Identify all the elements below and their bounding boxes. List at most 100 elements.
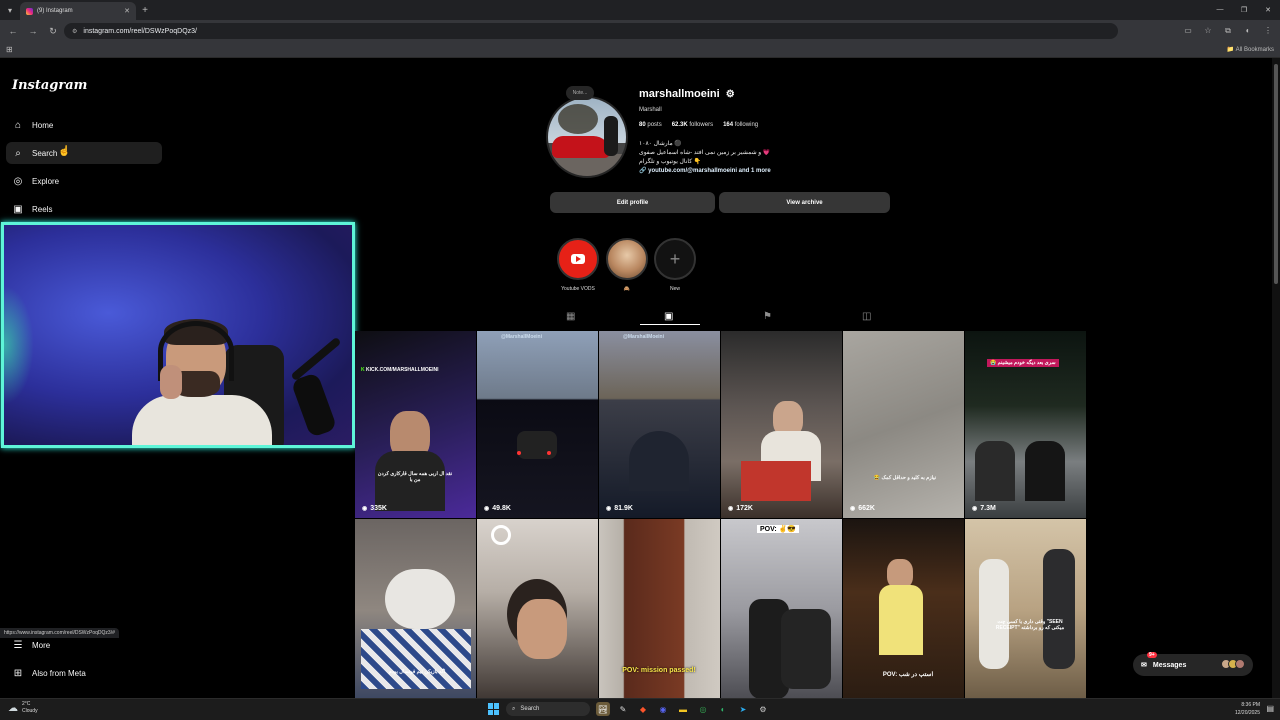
tab-title: (9) Instagram bbox=[37, 8, 73, 14]
followers-stat[interactable]: 62.3K followers bbox=[672, 122, 713, 128]
extensions-icon[interactable]: ⧉ bbox=[1220, 26, 1236, 36]
explore-icon: ◎ bbox=[13, 175, 23, 187]
windows-start-icon[interactable] bbox=[488, 703, 500, 715]
all-bookmarks-label: All Bookmarks bbox=[1235, 47, 1274, 53]
all-bookmarks[interactable]: 📁 All Bookmarks bbox=[1227, 46, 1274, 53]
site-info-icon[interactable]: ⚙ bbox=[72, 28, 77, 35]
bio-line: و شمشیر بر زمین نمی افتد -شاه اسماعیل صف… bbox=[639, 150, 771, 156]
search-icon: ⌕ bbox=[15, 147, 21, 159]
reel-tile[interactable]: ◉ 172K bbox=[721, 331, 842, 518]
reel-tile[interactable]: 😭 سری بعد دیگه خودم میشینم ◉ 7.3M bbox=[965, 331, 1086, 518]
reel-caption: وقتی داری با کسی چت "SEEN RECEIPT" میکنی… bbox=[995, 619, 1065, 631]
edge-icon[interactable]: ◐ bbox=[716, 702, 730, 716]
instagram-logo[interactable]: Instagram bbox=[12, 78, 87, 93]
weather-temp: 2°C bbox=[22, 701, 31, 707]
bio-line: ۱۰۸۰ مارشال ⚫ bbox=[639, 141, 682, 147]
clock-date: 12/20/2025 bbox=[1234, 710, 1260, 716]
messenger-icon: ✉ bbox=[1141, 662, 1147, 669]
reel-tile[interactable]: وقتی داری با کسی چت "SEEN RECEIPT" میکنی… bbox=[965, 519, 1086, 698]
app-icon[interactable]: ✎ bbox=[616, 702, 630, 716]
file-explorer-icon[interactable]: ▬ bbox=[676, 702, 690, 716]
view-count: 335K bbox=[370, 505, 387, 512]
restore-icon[interactable]: ❐ bbox=[1232, 6, 1256, 14]
close-tab-icon[interactable]: ✕ bbox=[124, 7, 130, 15]
highlight-label: New bbox=[669, 286, 680, 292]
home-icon: ⌂ bbox=[14, 119, 22, 131]
bookmark-star-icon[interactable]: ☆ bbox=[1200, 26, 1216, 36]
menu-dots-icon[interactable]: ⋮ bbox=[1260, 26, 1276, 36]
reel-caption: POV: استپ در شب bbox=[882, 672, 934, 678]
sidebar-item-also-from-meta[interactable]: ⊞ Also from Meta bbox=[6, 662, 162, 684]
meta-icon: ⊞ bbox=[13, 667, 23, 679]
saved-bookmark-icon[interactable]: ⚑ bbox=[763, 311, 772, 322]
reel-tile[interactable]: POV: ✌️😎 bbox=[721, 519, 842, 698]
highlight-new[interactable]: + New bbox=[653, 238, 697, 292]
settings-gear-icon[interactable]: ⚙ bbox=[726, 89, 735, 100]
reel-tile[interactable]: @MarshallMoeini ◉ 49.8K bbox=[477, 331, 598, 518]
minimize-icon[interactable]: — bbox=[1208, 6, 1232, 14]
chrome-icon[interactable]: ◎ bbox=[696, 702, 710, 716]
posts-grid-icon[interactable]: ▦ bbox=[566, 311, 575, 322]
reel-tile[interactable]: اگه بازیکن تیم فوتسال بودم bbox=[355, 519, 476, 698]
reload-icon[interactable]: ↻ bbox=[44, 26, 62, 37]
reel-caption: 😭 سری بعد دیگه خودم میشینم bbox=[987, 359, 1059, 367]
close-window-icon[interactable]: ✕ bbox=[1256, 6, 1280, 14]
sidebar-item-reels[interactable]: ▣ Reels bbox=[6, 198, 162, 220]
cast-icon[interactable]: ▭ bbox=[1180, 26, 1196, 36]
discord-icon[interactable]: ◉ bbox=[656, 702, 670, 716]
highlight-youtube-vods[interactable]: Youtube VODS bbox=[556, 238, 600, 292]
reel-tile[interactable]: POV: mission passed! bbox=[599, 519, 720, 698]
settings-icon[interactable]: ⚙ bbox=[756, 702, 770, 716]
taskbar-clock[interactable]: 8:36 PM 12/20/2025 bbox=[1235, 701, 1260, 717]
reel-caption: 😂 نیازم به کلید و حداقل کمک bbox=[873, 475, 937, 481]
apps-icon[interactable]: ⊞ bbox=[6, 45, 13, 54]
url-field[interactable]: ⚙ instagram.com/reel/DSWzPoqDQz3/ bbox=[64, 23, 1118, 39]
weather-widget[interactable]: ☁ 2°C Cloudy bbox=[8, 701, 38, 715]
reel-tile[interactable]: K KICK.COM/MARSHALLMOEINI نقد ال اربی هم… bbox=[355, 331, 476, 518]
profile-icon[interactable]: ◐ bbox=[1240, 26, 1256, 36]
reel-caption: KICK.COM/MARSHALLMOEINI bbox=[366, 367, 439, 373]
sidebar-item-home[interactable]: ⌂ Home bbox=[6, 114, 162, 136]
notification-bell-icon[interactable]: ▤ bbox=[1266, 704, 1274, 713]
tagged-icon[interactable]: ◫ bbox=[862, 311, 871, 322]
avatar bbox=[1235, 659, 1245, 669]
sidebar-item-label: Home bbox=[32, 120, 54, 130]
sidebar-item-label: Explore bbox=[32, 176, 60, 186]
sidebar-item-label: Reels bbox=[32, 204, 53, 214]
bio-link[interactable]: 🔗 youtube.com/@marshallmoeini and 1 more bbox=[639, 167, 771, 176]
forward-icon[interactable]: → bbox=[24, 26, 42, 36]
bookmarks-bar: ⊞ 📁 All Bookmarks bbox=[0, 42, 1280, 58]
view-archive-button[interactable]: View archive bbox=[719, 192, 890, 213]
mouse-cursor-icon: ☝ bbox=[58, 146, 71, 157]
tab-list-button[interactable]: ▾ bbox=[0, 0, 20, 20]
reel-tile[interactable]: 😂 نیازم به کلید و حداقل کمک ◉ 662K bbox=[843, 331, 964, 518]
edit-profile-button[interactable]: Edit profile bbox=[550, 192, 715, 213]
reel-tile[interactable]: @MarshallMoeini ◉ 81.9K bbox=[599, 331, 720, 518]
page-scrollbar[interactable] bbox=[1272, 58, 1280, 698]
messages-button[interactable]: ✉ 9+ Messages bbox=[1133, 652, 1253, 676]
telegram-icon[interactable]: ➤ bbox=[736, 702, 750, 716]
sidebar-item-explore[interactable]: ◎ Explore bbox=[6, 170, 162, 192]
sidebar-item-search[interactable]: ⌕ Search bbox=[6, 142, 162, 164]
note-bubble[interactable]: Note... bbox=[566, 86, 594, 100]
highlight-2[interactable]: 🙈 bbox=[605, 238, 649, 292]
microphone bbox=[290, 372, 338, 438]
messages-label: Messages bbox=[1152, 661, 1187, 669]
taskbar-search-label: Search bbox=[520, 706, 540, 712]
widgets-icon[interactable]: 🏞 bbox=[596, 702, 610, 716]
back-icon[interactable]: ← bbox=[4, 26, 22, 36]
reel-tile[interactable]: POV: استپ در شب bbox=[843, 519, 964, 698]
profile-avatar[interactable] bbox=[546, 96, 628, 178]
taskbar-search[interactable]: ⌕ Search bbox=[506, 702, 590, 716]
reels-tab-icon[interactable]: ▣ bbox=[664, 311, 673, 322]
reel-caption: @MarshallMoeini bbox=[501, 334, 542, 340]
following-stat[interactable]: 164 following bbox=[723, 122, 758, 128]
profile-tabs: ▦ ▣ ⚑ ◫ bbox=[522, 308, 922, 326]
brave-browser-icon[interactable]: ◆ bbox=[636, 702, 650, 716]
new-tab-button[interactable]: + bbox=[136, 5, 154, 16]
bio-line: کانال یوتیوب و تلگرام 👇 bbox=[639, 159, 702, 165]
reel-tile[interactable] bbox=[477, 519, 598, 698]
browser-tab[interactable]: (9) Instagram ✕ bbox=[20, 2, 136, 20]
reel-caption: POV: ✌️😎 bbox=[757, 525, 800, 533]
messages-badge: 9+ bbox=[1147, 652, 1157, 658]
